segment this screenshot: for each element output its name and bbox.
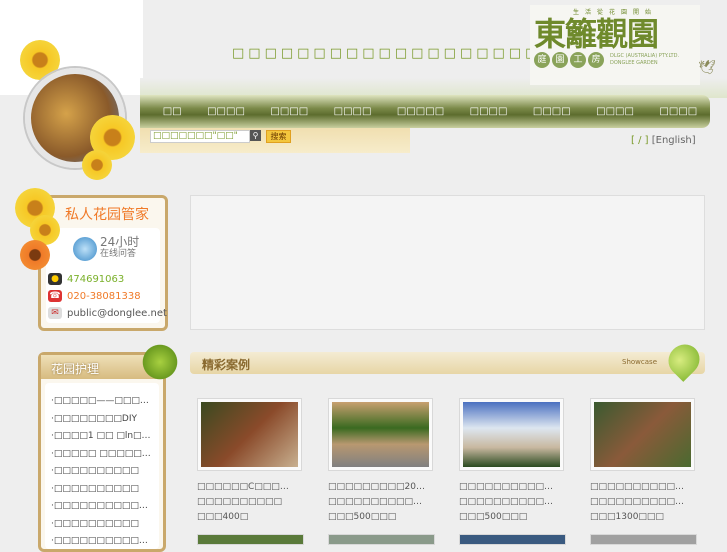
email-contact[interactable]: ✉ public@donglee.net [48, 307, 167, 319]
case-area: □□□500□□□ [328, 512, 397, 522]
lang-english-link[interactable]: [English] [652, 135, 696, 146]
search-input[interactable]: □□□□□□□"□□" [150, 130, 250, 143]
header-slogan: □□□□□□□□□□□□□□□□□□□□□ [232, 46, 574, 61]
nav-item[interactable]: □□□□ [659, 106, 697, 117]
cases-title: 精彩案例 [202, 358, 251, 372]
leaf-decoration [140, 342, 180, 382]
logo-char: 園 [552, 52, 568, 68]
search-button[interactable]: 搜索 [266, 130, 291, 143]
hours-label: 24小时 在线问答 [100, 236, 139, 260]
nav-item[interactable]: □□□□□ [397, 106, 444, 117]
garden-care-card: 花园护理 ·□□□□□——□□□… ·□□□□□□□□DIY ·□□□□1 □□… [38, 352, 166, 552]
case-area: □□□500□□□ [459, 512, 528, 522]
flower-decoration [82, 150, 112, 180]
flower-decoration [20, 240, 50, 270]
phone-number: 020-38081338 [67, 290, 141, 302]
case-thumbnail[interactable] [590, 398, 695, 471]
language-switch: [ / ] [English] [631, 135, 696, 146]
online-text: 在线问答 [100, 249, 137, 259]
care-item[interactable]: ·□□□□□——□□□… [51, 393, 159, 411]
phone-contact: ☎ 020-38081338 [48, 290, 141, 302]
logo-char: 工 [570, 52, 586, 68]
care-item[interactable]: ·□□□□□ □□□□□… [51, 446, 159, 464]
bird-icon: 🕊 [698, 60, 716, 76]
case-title[interactable]: □□□□□□□□□□… [590, 480, 710, 495]
case-thumbnail[interactable] [459, 398, 564, 471]
email-address: public@donglee.net [67, 307, 167, 319]
logo-char: 房 [588, 52, 604, 68]
case-card[interactable]: □□□□□□C□□□… □□□□□□□□□□ □□□400□ [197, 398, 317, 525]
leaf-heart-decoration [662, 338, 706, 382]
case-thumbnail[interactable] [590, 534, 697, 545]
logo[interactable]: 生活從花園開始 東籬觀園 庭 園 工 房 DLGC (AUSTRALIA) PT… [530, 5, 700, 85]
nav-item[interactable]: □□□□ [207, 106, 245, 117]
qq-number: 474691063 [67, 273, 125, 285]
care-item[interactable]: ·□□□□□□□□DIY [51, 411, 159, 429]
clock-icon [73, 237, 97, 261]
logo-name: 東籬觀園 [534, 15, 659, 53]
care-item[interactable]: ·□□□□□□□□□□ [51, 516, 159, 534]
case-thumbnail[interactable] [328, 534, 435, 545]
bracket: ] [644, 135, 649, 146]
case-desc: □□□□□□□□□□… [459, 497, 554, 507]
mail-icon: ✉ [48, 307, 62, 319]
case-thumbnail[interactable] [197, 398, 302, 471]
case-thumbnail[interactable] [459, 534, 566, 545]
nav-item[interactable]: □□□□ [270, 106, 308, 117]
showcase-label: Showcase [622, 358, 657, 366]
qq-contact[interactable]: ● 474691063 [48, 273, 124, 285]
logo-en1: DLGC (AUSTRALIA) PTY.LTD. [610, 53, 680, 59]
care-item[interactable]: ·□□□□□□□□□□… [51, 498, 159, 516]
case-title[interactable]: □□□□□□□□□□… [459, 480, 579, 495]
case-thumbnail[interactable] [197, 534, 304, 545]
main-nav: □□ □□□□ □□□□ □□□□ □□□□□ □□□□ □□□□ □□□□ □… [140, 95, 710, 128]
banner-panel [190, 195, 705, 330]
case-title[interactable]: □□□□□□C□□□… [197, 480, 317, 495]
butler-title: 私人花园管家 [65, 207, 149, 223]
cases-header: 精彩案例 Showcase [190, 352, 705, 374]
nav-item[interactable]: □□ [163, 106, 182, 117]
hours-text: 24小时 [100, 235, 140, 249]
case-area: □□□1300□□□ [590, 512, 664, 522]
search-icon[interactable]: ⚲ [250, 130, 261, 141]
phone-icon: ☎ [48, 290, 62, 302]
nav-item[interactable]: □□□□ [470, 106, 508, 117]
case-area: □□□400□ [197, 512, 249, 522]
care-item[interactable]: ·□□□□□□□□□□ [51, 481, 159, 499]
nav-item[interactable]: □□□□ [533, 106, 571, 117]
nav-item[interactable]: □□□□ [334, 106, 372, 117]
care-item[interactable]: ·□□□□□□□□□□… [51, 533, 159, 551]
case-desc: □□□□□□□□□□… [328, 497, 423, 507]
case-thumbnail[interactable] [328, 398, 433, 471]
care-item[interactable]: ·□□□□□□□□□□ [51, 463, 159, 481]
lang-chinese-link[interactable]: / [635, 135, 645, 146]
logo-en2: DONGLEE GARDEN [610, 60, 658, 66]
case-desc: □□□□□□□□□□… [590, 497, 685, 507]
case-card[interactable]: □□□□□□□□□□… □□□□□□□□□□… □□□1300□□□ [590, 398, 710, 525]
care-item[interactable]: ·□□□□1 □□ □ln□… [51, 428, 159, 446]
case-desc: □□□□□□□□□□ [197, 497, 283, 507]
case-title[interactable]: □□□□□□□□□20… [328, 480, 448, 495]
qq-icon: ● [48, 273, 62, 285]
logo-char: 庭 [534, 52, 550, 68]
case-card[interactable]: □□□□□□□□□□… □□□□□□□□□□… □□□500□□□ [459, 398, 579, 525]
nav-item[interactable]: □□□□ [596, 106, 634, 117]
case-card[interactable]: □□□□□□□□□20… □□□□□□□□□□… □□□500□□□ [328, 398, 448, 525]
